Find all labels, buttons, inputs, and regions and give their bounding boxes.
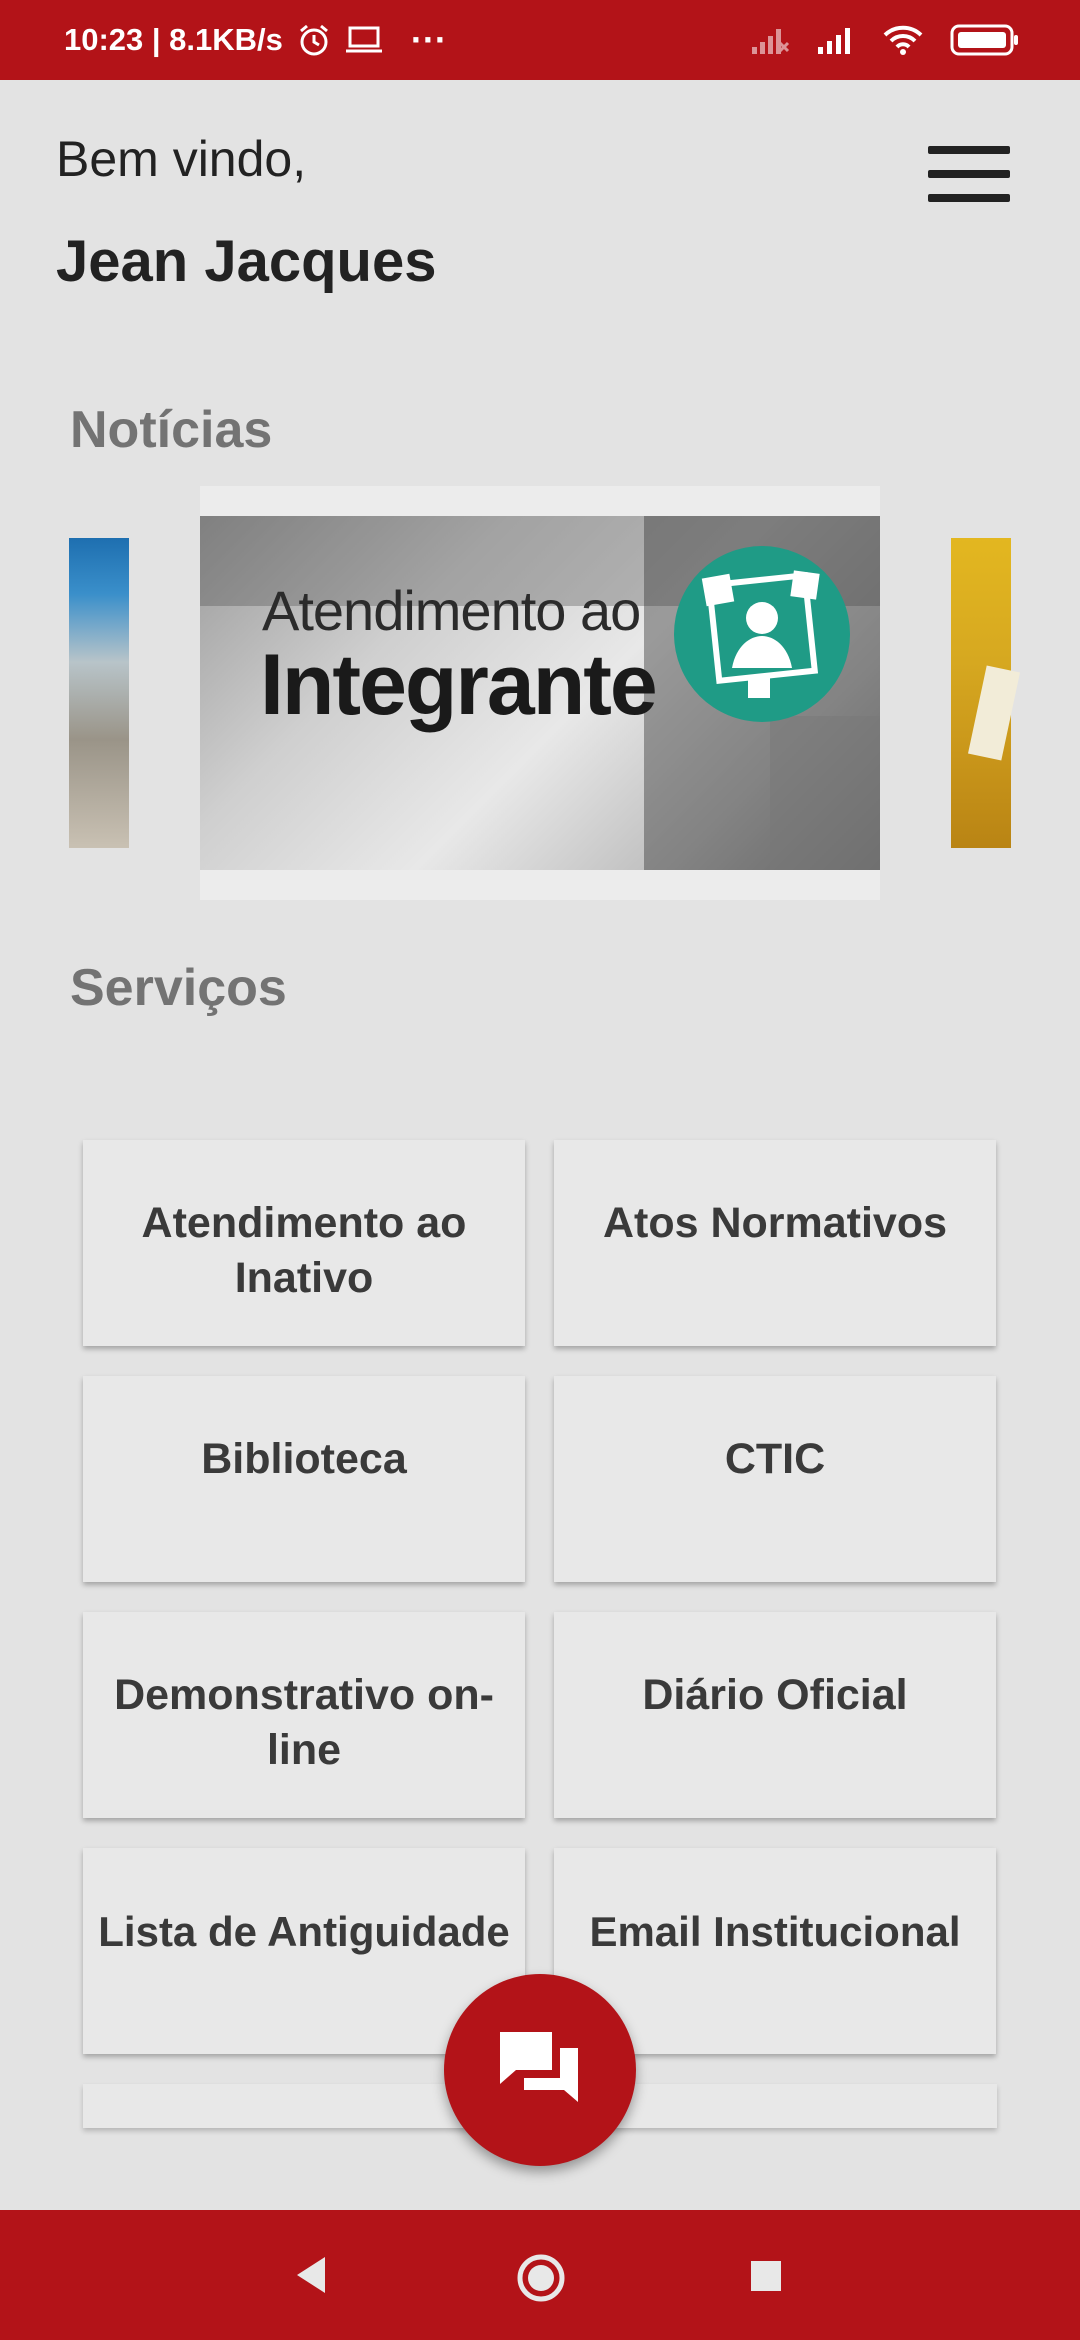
image-shade xyxy=(770,716,880,870)
user-name: Jean Jacques xyxy=(56,229,437,294)
chat-icon xyxy=(500,2032,578,2102)
laptop-icon xyxy=(345,25,383,55)
service-demonstrativo-online-button[interactable]: Demonstrativo on-line xyxy=(83,1612,525,1818)
services-section-title: Serviços xyxy=(70,959,287,1017)
slide-heading-line2: Integrante xyxy=(260,637,658,733)
next-slide-detail xyxy=(968,665,1020,761)
news-section-title: Notícias xyxy=(70,401,273,459)
menu-bar xyxy=(928,194,1010,202)
service-atos-normativos-button[interactable]: Atos Normativos xyxy=(554,1140,996,1346)
status-right xyxy=(750,0,1020,80)
service-atendimento-ao-inativo-button[interactable]: Atendimento ao Inativo xyxy=(83,1140,525,1346)
service-biblioteca-button[interactable]: Biblioteca xyxy=(83,1376,525,1582)
navigation-bar xyxy=(0,2210,1080,2340)
back-icon[interactable] xyxy=(253,2210,373,2340)
slide-heading-line1: Atendimento ao xyxy=(262,579,641,642)
status-time-speed: 10:23 | 8.1KB/s xyxy=(64,22,283,57)
wifi-icon xyxy=(882,24,924,56)
carousel-next-slide[interactable] xyxy=(951,538,1020,848)
alarm-icon xyxy=(297,23,331,57)
signal-icon xyxy=(816,25,856,55)
menu-bar xyxy=(928,170,1010,178)
carousel-current-slide[interactable]: Atendimento ao Integrante xyxy=(200,486,880,900)
battery-icon xyxy=(950,23,1020,57)
status-bar: 10:23 | 8.1KB/s ··· xyxy=(0,0,1080,80)
hamburger-menu-icon[interactable] xyxy=(924,140,1014,210)
chat-fab-button[interactable] xyxy=(444,1974,636,2166)
status-left: 10:23 | 8.1KB/s ··· xyxy=(64,0,447,80)
status-more: ··· xyxy=(410,19,447,60)
recents-icon[interactable] xyxy=(707,2210,827,2340)
menu-bar xyxy=(928,146,1010,154)
home-icon[interactable] xyxy=(480,2210,600,2340)
integrante-logo-icon xyxy=(674,546,850,722)
carousel-prev-slide[interactable] xyxy=(69,538,129,848)
welcome-text: Bem vindo, xyxy=(56,131,307,187)
news-image: Atendimento ao Integrante xyxy=(200,516,880,870)
signal-off-icon xyxy=(750,25,790,55)
service-diario-oficial-button[interactable]: Diário Oficial xyxy=(554,1612,996,1818)
service-ctic-button[interactable]: CTIC xyxy=(554,1376,996,1582)
